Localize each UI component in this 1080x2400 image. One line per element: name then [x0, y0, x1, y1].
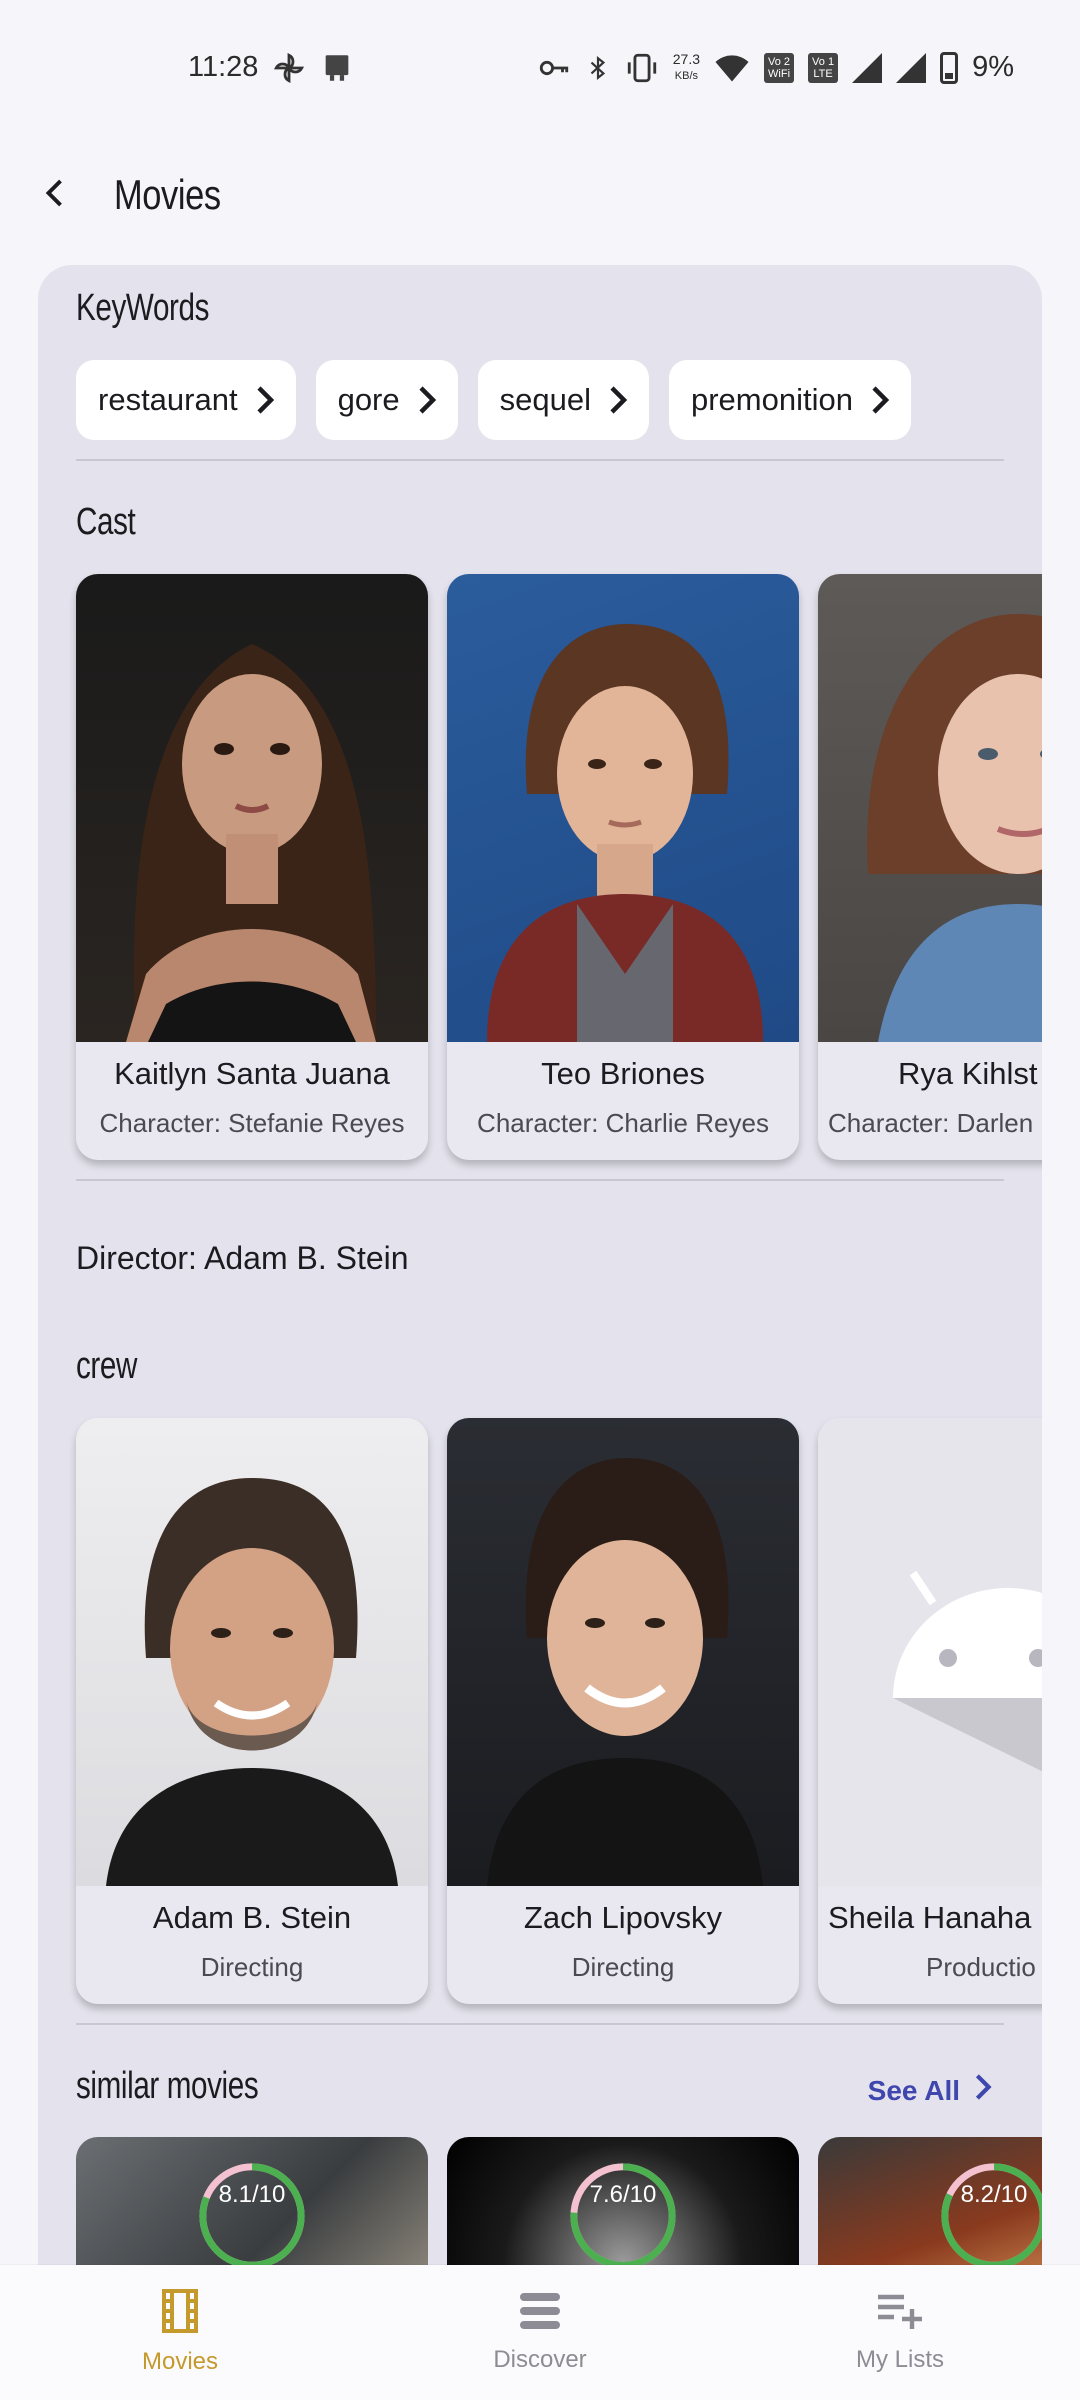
nav-label: Movies — [141, 2348, 219, 2375]
rating-ring — [199, 2163, 305, 2265]
chevron-right-icon — [416, 385, 438, 415]
crew-job: Directing — [571, 1952, 675, 1982]
pinwheel-icon — [272, 51, 306, 85]
cast-character: Character: Darlen — [828, 1108, 1034, 1138]
crew-name: Sheila Hanaha — [828, 1900, 1032, 1935]
rating-label: 8.2/10 — [960, 2181, 1028, 2208]
see-all-button[interactable]: See All — [868, 2073, 992, 2108]
keyword-label: sequel — [499, 382, 591, 417]
vibrate-icon — [625, 51, 659, 85]
crew-list: Adam B. Stein Directing Zach Lipovsky Di… — [76, 1418, 1042, 2004]
cast-photo — [76, 574, 428, 1042]
nav-label: Discover — [493, 2346, 587, 2373]
see-all-label: See All — [867, 2074, 960, 2106]
movie-card[interactable]: 7.6/10 — [447, 2137, 799, 2265]
crew-card[interactable]: Sheila Hanaha Productio — [818, 1418, 1042, 2004]
bottom-navigation: Movies Discover My Lists — [0, 2265, 1080, 2400]
keyword-chip[interactable]: premonition — [668, 360, 911, 440]
battery-icon — [940, 51, 959, 84]
rating-label: 8.1/10 — [218, 2181, 286, 2208]
nav-discover[interactable]: Discover — [410, 2291, 670, 2374]
back-button[interactable] — [16, 155, 96, 235]
chevron-right-icon — [869, 385, 891, 415]
cast-photo — [447, 574, 799, 1042]
cast-card[interactable]: Kaitlyn Santa Juana Character: Stefanie … — [76, 574, 428, 1160]
crew-name: Adam B. Stein — [152, 1900, 352, 1935]
keyword-label: gore — [337, 382, 400, 417]
cast-character: Character: Stefanie Reyes — [99, 1108, 405, 1138]
key-icon — [537, 51, 571, 85]
cast-photo — [818, 574, 1042, 1042]
cast-character: Character: Charlie Reyes — [477, 1108, 769, 1138]
keyword-label: restaurant — [98, 382, 238, 417]
crew-card[interactable]: Zach Lipovsky Directing — [447, 1418, 799, 2004]
similar-movies-title: similar movies — [76, 2065, 259, 2107]
divider — [76, 459, 1004, 461]
chevron-right-icon — [254, 385, 276, 415]
keyword-chip[interactable]: sequel — [477, 360, 649, 440]
movie-card[interactable]: 8.1/10 — [76, 2137, 428, 2265]
vowifi-badge: Vo 2 WiFi — [764, 52, 795, 83]
similar-movies-list: 8.1/10 7.6/10 8.2/10 — [76, 2137, 1042, 2265]
cast-list: Kaitlyn Santa Juana Character: Stefanie … — [76, 574, 1042, 1160]
nav-movies[interactable]: Movies — [50, 2289, 310, 2376]
page-title: Movies — [114, 171, 221, 218]
nav-label: My Lists — [855, 2346, 944, 2373]
divider — [76, 2023, 1004, 2025]
stack-icon — [518, 2291, 562, 2336]
wifi-icon — [714, 53, 750, 83]
status-time: 11:28 — [188, 51, 259, 83]
cast-card[interactable]: Teo Briones Character: Charlie Reyes — [447, 574, 799, 1160]
keyword-chip[interactable]: gore — [315, 360, 458, 440]
keywords-title: KeyWords — [76, 287, 210, 329]
signal-icon-2 — [896, 52, 927, 83]
notification-icon — [320, 51, 354, 85]
battery-level: 9% — [972, 51, 1014, 83]
keywords-list: restaurant gore sequel premonition — [76, 360, 911, 440]
volte-badge: Vo 1 LTE — [808, 52, 839, 83]
divider — [76, 1179, 1004, 1181]
nav-my-lists[interactable]: My Lists — [770, 2291, 1030, 2374]
network-speed-unit: KB/s — [674, 69, 698, 82]
crew-photo-placeholder — [818, 1418, 1042, 1886]
playlist-add-icon — [876, 2291, 924, 2336]
crew-name: Zach Lipovsky — [523, 1900, 723, 1935]
status-bar: 11:28 27.3 KB/s Vo 2 WiFi Vo 1 LTE 9% — [0, 0, 1080, 135]
rating-ring — [941, 2163, 1042, 2265]
chevron-right-icon — [974, 2073, 992, 2108]
movie-card[interactable]: 8.2/10 — [818, 2137, 1042, 2265]
bluetooth-icon — [585, 51, 611, 85]
crew-job: Productio — [926, 1952, 1036, 1982]
crew-job: Directing — [200, 1952, 304, 1982]
network-speed: 27.3 KB/s — [672, 50, 701, 84]
chevron-right-icon — [607, 385, 629, 415]
cast-name: Rya Kihlst — [898, 1056, 1038, 1091]
signal-icon — [852, 52, 883, 83]
crew-title: crew — [76, 1345, 138, 1387]
crew-card[interactable]: Adam B. Stein Directing — [76, 1418, 428, 2004]
network-speed-value: 27.3 — [672, 50, 701, 67]
rating-label: 7.6/10 — [589, 2181, 657, 2208]
cast-name: Teo Briones — [541, 1056, 705, 1091]
keyword-chip[interactable]: restaurant — [76, 360, 296, 440]
crew-photo — [447, 1418, 799, 1886]
cast-title: Cast — [76, 501, 136, 543]
crew-photo — [76, 1418, 428, 1886]
director-text: Director: Adam B. Stein — [76, 1240, 409, 1276]
cast-card[interactable]: Rya Kihlst Character: Darlen — [818, 574, 1042, 1160]
android-placeholder-icon — [893, 1570, 1042, 1772]
rating-ring — [570, 2163, 676, 2265]
film-icon — [160, 2289, 200, 2338]
movie-details-card: KeyWords restaurant gore sequel premonit… — [38, 265, 1042, 2265]
keyword-label: premonition — [690, 382, 853, 417]
top-app-bar: Movies — [0, 135, 1080, 255]
cast-name: Kaitlyn Santa Juana — [114, 1056, 390, 1091]
arrow-back-icon — [38, 175, 74, 216]
